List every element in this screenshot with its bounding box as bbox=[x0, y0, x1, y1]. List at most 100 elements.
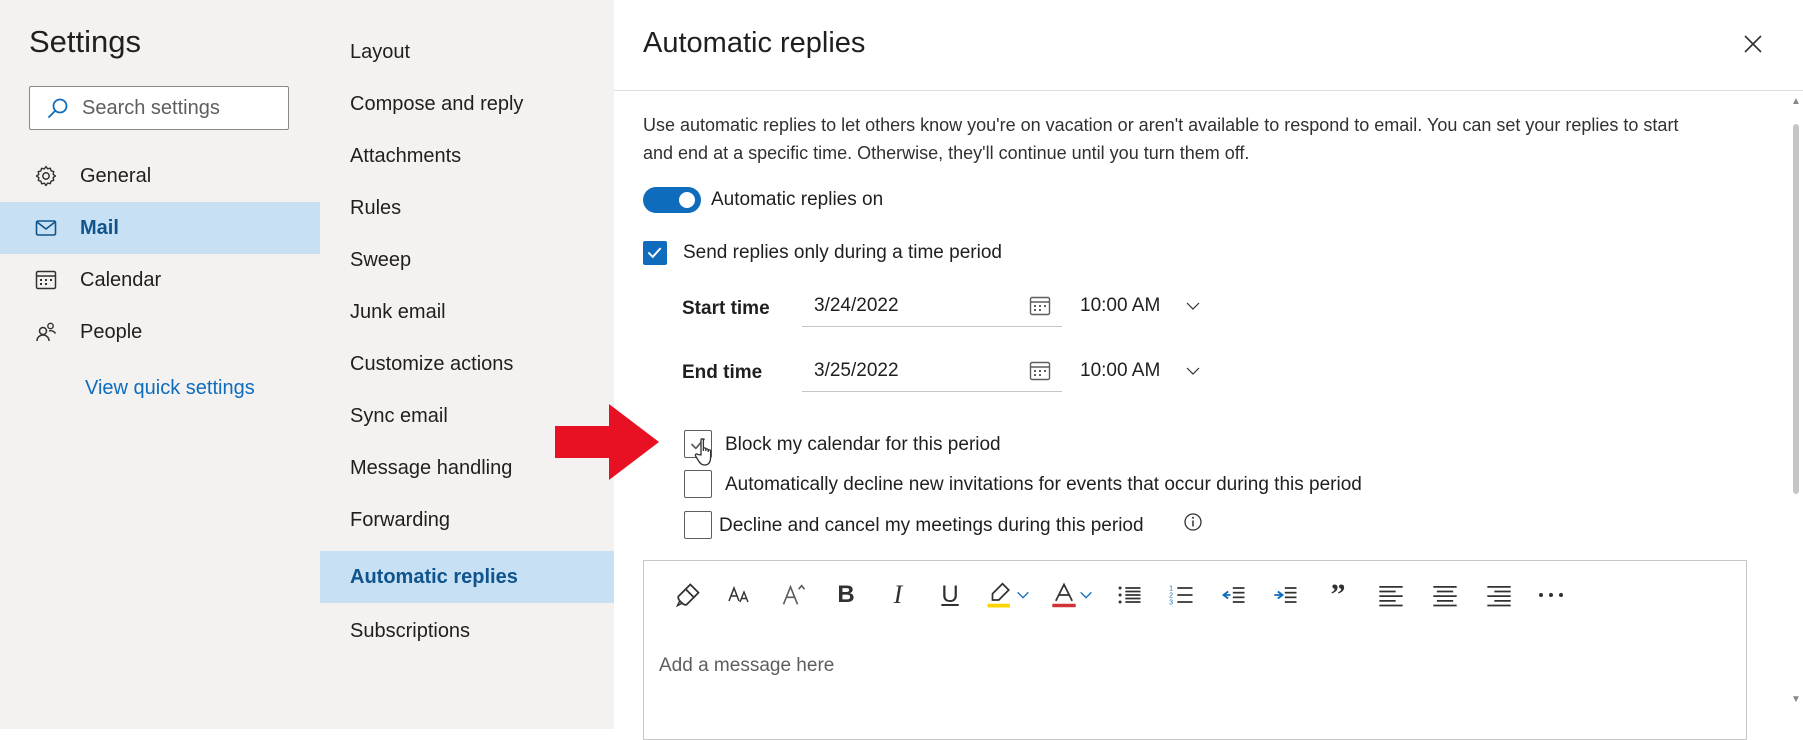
svg-text:1: 1 bbox=[1169, 585, 1173, 592]
mail-nav-label: Forwarding bbox=[350, 508, 451, 531]
highlighter-icon bbox=[987, 582, 1010, 608]
mail-nav-automatic-replies[interactable]: Automatic replies bbox=[320, 551, 614, 603]
mail-nav-label: Compose and reply bbox=[350, 92, 524, 115]
bullets-button[interactable] bbox=[1104, 575, 1156, 615]
mail-nav-compose-and-reply[interactable]: Compose and reply bbox=[320, 78, 614, 130]
page-title: Automatic replies bbox=[643, 27, 866, 59]
highlight-button[interactable] bbox=[976, 575, 1040, 615]
nav-item-calendar[interactable]: Calendar bbox=[0, 254, 320, 306]
scroll-down-icon[interactable]: ▼ bbox=[1791, 694, 1801, 705]
mail-nav-rules[interactable]: Rules bbox=[320, 182, 614, 234]
end-date-input[interactable]: 3/25/2022 bbox=[802, 350, 1062, 392]
align-right-button[interactable] bbox=[1472, 575, 1526, 615]
decline-cancel-label: Decline and cancel my meetings during th… bbox=[719, 515, 1144, 536]
font-size-icon bbox=[728, 585, 749, 603]
align-left-icon bbox=[1379, 585, 1403, 607]
start-time-value: 10:00 AM bbox=[1080, 295, 1161, 316]
scroll-thumb[interactable] bbox=[1793, 124, 1799, 494]
numbering-button[interactable]: 1 2 3 bbox=[1156, 575, 1208, 615]
nav-item-people[interactable]: People bbox=[0, 306, 320, 358]
align-center-icon bbox=[1433, 585, 1457, 607]
block-calendar-label: Block my calendar for this period bbox=[725, 434, 1001, 455]
italic-button[interactable]: I bbox=[872, 575, 924, 615]
end-time-dropdown[interactable]: 10:00 AM bbox=[1080, 350, 1220, 392]
panel-header: Automatic replies bbox=[614, 0, 1803, 91]
mail-nav-sweep[interactable]: Sweep bbox=[320, 234, 614, 286]
checkmark-icon bbox=[647, 247, 662, 259]
info-icon[interactable] bbox=[1183, 512, 1203, 532]
settings-sidebar: Settings General Mail Calendar bbox=[0, 0, 320, 729]
align-left-button[interactable] bbox=[1364, 575, 1418, 615]
decline-invitations-checkbox[interactable] bbox=[684, 470, 712, 498]
mail-nav-customize-actions[interactable]: Customize actions bbox=[320, 338, 614, 390]
search-box[interactable] bbox=[29, 86, 289, 130]
bold-button[interactable]: B bbox=[820, 575, 872, 615]
mail-nav-forwarding[interactable]: Forwarding bbox=[320, 494, 614, 546]
underline-button[interactable]: U bbox=[924, 575, 976, 615]
font-color-icon bbox=[1052, 582, 1076, 608]
chevron-down-icon bbox=[1186, 367, 1200, 375]
message-editor[interactable]: B I U 1 2 3 ” Add a message here bbox=[643, 560, 1747, 740]
close-icon[interactable] bbox=[1741, 32, 1765, 56]
more-icon bbox=[1539, 593, 1563, 597]
nav-item-general[interactable]: General bbox=[0, 150, 320, 202]
mail-nav-label: Subscriptions bbox=[350, 619, 471, 642]
chevron-down-icon bbox=[1186, 302, 1200, 310]
increase-indent-button[interactable] bbox=[1260, 575, 1312, 615]
quote-button[interactable]: ” bbox=[1312, 575, 1364, 615]
chevron-down-icon bbox=[1017, 591, 1029, 599]
mail-nav-label: Sync email bbox=[350, 404, 448, 427]
toggle-knob bbox=[679, 192, 695, 208]
hand-cursor-icon bbox=[694, 438, 712, 466]
mail-nav-layout[interactable]: Layout bbox=[320, 26, 614, 78]
svg-text:3: 3 bbox=[1169, 599, 1173, 606]
grow-font-button[interactable] bbox=[768, 575, 820, 615]
chevron-down-icon bbox=[1080, 591, 1092, 599]
start-time-label: Start time bbox=[682, 298, 770, 319]
decline-invitations-label: Automatically decline new invitations fo… bbox=[725, 474, 1362, 495]
paintbrush-icon bbox=[675, 583, 700, 608]
decrease-indent-button[interactable] bbox=[1208, 575, 1260, 615]
scroll-up-icon[interactable]: ▲ bbox=[1791, 96, 1801, 107]
more-options-button[interactable] bbox=[1526, 575, 1576, 615]
calendar-icon bbox=[1029, 361, 1051, 380]
decline-cancel-checkbox[interactable] bbox=[684, 511, 712, 539]
start-date-value: 3/24/2022 bbox=[814, 294, 899, 316]
toggle-label: Automatic replies on bbox=[711, 189, 884, 210]
format-toolbar: B I U 1 2 3 ” bbox=[644, 575, 1576, 615]
automatic-replies-toggle[interactable] bbox=[643, 187, 701, 213]
mail-nav-label: Customize actions bbox=[350, 352, 514, 375]
format-painter-button[interactable] bbox=[660, 575, 716, 615]
mail-nav-label: Message handling bbox=[350, 456, 513, 479]
svg-text:2: 2 bbox=[1169, 592, 1173, 599]
nav-item-label: Calendar bbox=[80, 268, 162, 291]
time-period-checkbox[interactable] bbox=[643, 241, 667, 265]
start-date-input[interactable]: 3/24/2022 bbox=[802, 285, 1062, 327]
search-input[interactable] bbox=[80, 95, 274, 121]
mail-nav-label: Rules bbox=[350, 196, 402, 219]
settings-title: Settings bbox=[29, 24, 142, 59]
view-quick-settings-link[interactable]: View quick settings bbox=[85, 377, 255, 400]
end-time-value: 10:00 AM bbox=[1080, 360, 1161, 381]
panel-scrollbar[interactable]: ▲ ▼ bbox=[1789, 96, 1803, 729]
mail-nav-subscriptions[interactable]: Subscriptions bbox=[320, 605, 614, 657]
automatic-replies-panel: Automatic replies Use automatic replies … bbox=[614, 0, 1803, 740]
numbered-list-icon: 1 2 3 bbox=[1169, 585, 1193, 606]
font-color-button[interactable] bbox=[1040, 575, 1104, 615]
mail-nav-junk-email[interactable]: Junk email bbox=[320, 286, 614, 338]
gear-icon bbox=[35, 165, 57, 187]
end-time-label: End time bbox=[682, 362, 763, 383]
description-text: Use automatic replies to let others know… bbox=[643, 115, 1679, 163]
mail-nav-attachments[interactable]: Attachments bbox=[320, 130, 614, 182]
font-size-button[interactable] bbox=[716, 575, 768, 615]
start-time-dropdown[interactable]: 10:00 AM bbox=[1080, 285, 1220, 327]
nav-item-label: People bbox=[80, 320, 143, 343]
message-placeholder: Add a message here bbox=[659, 655, 835, 676]
bullet-list-icon bbox=[1118, 586, 1141, 604]
mail-nav-label: Attachments bbox=[350, 144, 462, 167]
align-center-button[interactable] bbox=[1418, 575, 1472, 615]
search-icon bbox=[48, 98, 68, 118]
nav-item-mail[interactable]: Mail bbox=[0, 202, 320, 254]
end-date-value: 3/25/2022 bbox=[814, 359, 899, 381]
decrease-indent-icon bbox=[1221, 587, 1245, 603]
